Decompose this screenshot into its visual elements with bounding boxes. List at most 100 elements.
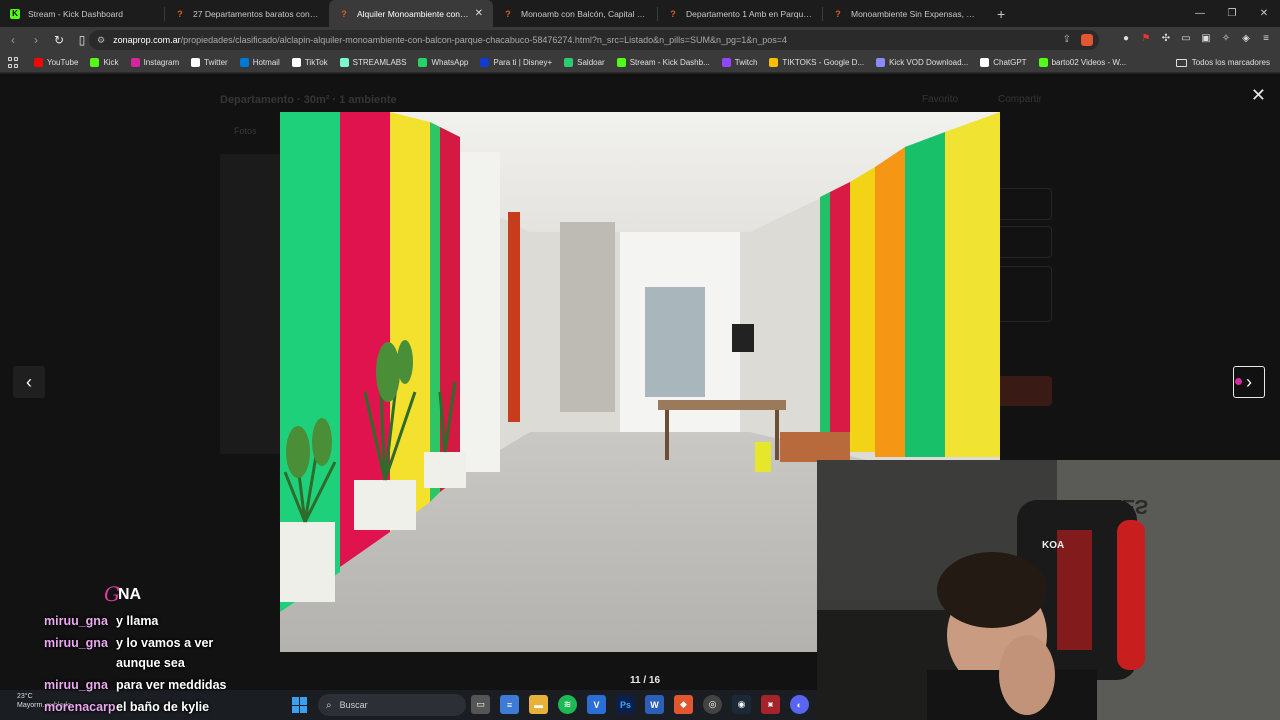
bookmark-label: barto02 Videos - W... <box>1051 58 1127 67</box>
restore-icon[interactable]: ❐ <box>1216 0 1248 27</box>
search-placeholder: Buscar <box>339 700 368 710</box>
bookmark-item[interactable]: Kick <box>90 58 119 67</box>
wallet-icon[interactable]: ▣ <box>1200 33 1212 45</box>
zonaprop-icon: ? <box>341 8 347 19</box>
bookmark-item[interactable]: Para ti | Disney+ <box>480 58 552 67</box>
all-bookmarks-folder[interactable]: Todos los marcadores <box>1175 58 1270 67</box>
window-controls: — ❐ ✕ <box>1184 0 1280 27</box>
bookmark-item[interactable]: Twitter <box>191 58 228 67</box>
bookmark-item[interactable]: ChatGPT <box>980 58 1027 67</box>
bookmark-favicon-icon <box>480 58 490 67</box>
minimize-icon[interactable]: — <box>1184 0 1216 27</box>
favorite-button[interactable]: Favorito <box>922 94 958 105</box>
close-tab-icon[interactable]: ✕ <box>475 8 483 19</box>
reload-icon[interactable]: ↻ <box>49 33 69 47</box>
chat-username: miruu_gna <box>44 636 108 650</box>
photo-counter: 11 / 16 <box>629 675 661 686</box>
bookmark-label: STREAMLABS <box>352 58 407 67</box>
bookmark-favicon-icon <box>564 58 574 67</box>
kick-vod-icon[interactable]: ▣ <box>761 695 780 714</box>
tab-title: Alquiler Monoambiente con Balcón <box>357 8 469 19</box>
bookmark-favicon-icon <box>130 58 140 67</box>
brave-shields-icon[interactable] <box>1081 34 1093 46</box>
bookmark-favicon-icon <box>721 58 731 67</box>
browser-toolbar: ‹ › ↻ ▯ ⚙ zonaprop.com.ar/propiedades/cl… <box>0 27 1280 53</box>
bookmark-label: Hotmail <box>252 58 280 67</box>
bookmark-favicon-icon <box>418 58 428 67</box>
chevron-right-icon: › <box>1246 371 1252 392</box>
vscode-icon[interactable]: V <box>587 695 606 714</box>
steam-icon[interactable]: ◉ <box>732 695 751 714</box>
taskbar-search[interactable]: ⌕ Buscar <box>318 694 466 716</box>
extension-icon[interactable]: ⚑ <box>1140 33 1152 45</box>
task-view-icon[interactable]: ▭ <box>471 695 490 714</box>
tab-strip: K Stream - Kick Dashboard ? 27 Departame… <box>0 0 1280 27</box>
menu-icon[interactable]: ≡ <box>1260 33 1272 45</box>
bookmark-item[interactable]: Instagram <box>130 58 179 67</box>
browser-tab[interactable]: ? 27 Departamentos baratos con 1 amb <box>165 0 329 27</box>
back-icon[interactable]: ‹ <box>3 33 23 47</box>
tab-title: Monoamb con Balcón, Capital Federal <box>521 8 647 19</box>
bookmark-item[interactable]: TikTok <box>291 58 328 67</box>
bookmark-label: TIKTOKS - Google D... <box>782 58 865 67</box>
chat-text: y lo vamos a ver <box>116 636 214 650</box>
site-info-icon[interactable]: ⚙ <box>97 35 105 46</box>
windows-start-icon[interactable] <box>292 697 308 713</box>
word-icon[interactable]: W <box>645 695 664 714</box>
vpn-icon[interactable]: ◈ <box>1240 33 1252 45</box>
svg-text:NA: NA <box>118 586 142 603</box>
puzzle-icon[interactable]: ✣ <box>1160 33 1172 45</box>
webcam-feed-image: FRERES KOA <box>817 460 1280 720</box>
bookmark-item[interactable]: TIKTOKS - Google D... <box>769 58 864 67</box>
bookmark-item[interactable]: Saldoar <box>564 58 605 67</box>
browser-tab-active[interactable]: ? Alquiler Monoambiente con Balcón ✕ <box>329 0 493 27</box>
browser-tab[interactable]: ? Monoamb con Balcón, Capital Federal <box>493 0 657 27</box>
zonaprop-icon: ? <box>505 8 511 19</box>
share-button[interactable]: Compartir <box>998 94 1042 105</box>
bookmark-label: Saldoar <box>577 58 605 67</box>
bookmark-item[interactable]: YouTube <box>34 58 78 67</box>
bookmark-item[interactable]: WhatsApp <box>418 58 468 67</box>
bookmark-item[interactable]: Kick VOD Download... <box>876 58 968 67</box>
bookmark-item[interactable]: Hotmail <box>239 58 280 67</box>
spotify-icon[interactable]: ≋ <box>558 695 577 714</box>
bookmark-item[interactable]: barto02 Videos - W... <box>1038 58 1127 67</box>
forward-icon[interactable]: › <box>26 33 46 47</box>
bookmark-item[interactable]: Twitch <box>721 58 758 67</box>
address-bar[interactable]: ⚙ zonaprop.com.ar/propiedades/clasificad… <box>89 30 1099 50</box>
photoshop-icon[interactable]: Ps <box>616 695 635 714</box>
discord-icon[interactable]: ◐ <box>790 695 809 714</box>
chat-message: miruu_gna para ver meddidas <box>44 678 226 692</box>
bookmark-favicon-icon <box>980 58 990 67</box>
new-tab-button[interactable]: + <box>997 6 1005 22</box>
bookmark-item[interactable]: Stream - Kick Dashb... <box>616 58 710 67</box>
browser-tab[interactable]: K Stream - Kick Dashboard <box>0 0 164 27</box>
bookmark-label: YouTube <box>47 58 79 67</box>
chat-text: el baño de kylie <box>116 700 210 714</box>
bookmark-item[interactable]: STREAMLABS <box>339 58 407 67</box>
close-window-icon[interactable]: ✕ <box>1248 0 1280 27</box>
browser-tab[interactable]: ? Departamento 1 Amb en Parque Chacabuco <box>658 0 822 27</box>
bookmark-label: Twitch <box>734 58 758 67</box>
chat-message: morenacarpel baño de kylie <box>44 700 209 714</box>
extension-icon[interactable]: ● <box>1120 33 1132 45</box>
share-icon[interactable]: ⇪ <box>1063 34 1071 46</box>
previous-photo-button[interactable]: ‹ <box>13 366 45 398</box>
extensions-bar: ● ⚑ ✣ ▭ ▣ ✧ ◈ ≡ <box>1120 33 1272 45</box>
zonaprop-icon: ? <box>835 8 841 19</box>
browser-tab[interactable]: ? Monoambiente Sin Expensas, Capital <box>823 0 987 27</box>
photos-tab[interactable]: Fotos <box>234 126 257 136</box>
sidebar-icon[interactable]: ▭ <box>1180 33 1192 45</box>
chat-username: miruu_gna <box>44 678 108 692</box>
tab-title: Monoambiente Sin Expensas, Capital <box>851 8 977 19</box>
close-gallery-button[interactable]: ✕ <box>1251 86 1266 104</box>
brave-icon[interactable]: ◆ <box>674 695 693 714</box>
obs-icon[interactable]: ◎ <box>703 695 722 714</box>
leo-ai-icon[interactable]: ✧ <box>1220 33 1232 45</box>
file-explorer-icon[interactable]: ▬ <box>529 695 548 714</box>
apps-grid-icon[interactable] <box>8 56 20 69</box>
chat-text: aunque sea <box>116 656 185 670</box>
notepad-icon[interactable]: ≡ <box>500 695 519 714</box>
bookmark-favicon-icon <box>876 58 886 67</box>
chat-username: miruu_gna <box>44 614 108 628</box>
